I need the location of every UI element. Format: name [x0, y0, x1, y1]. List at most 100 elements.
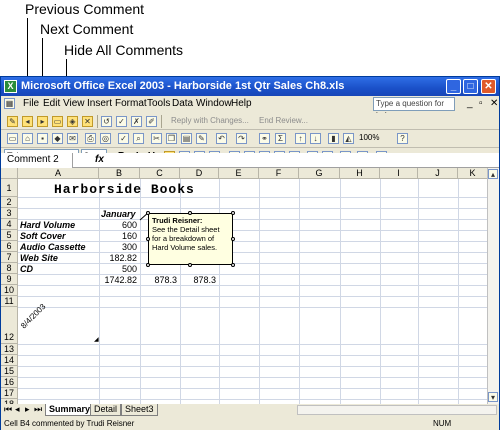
research-icon[interactable]: ⌕ — [133, 133, 144, 144]
accept-icon[interactable]: ✓ — [116, 116, 127, 127]
sort-asc-icon[interactable]: ↑ — [295, 133, 306, 144]
help-icon[interactable]: ? — [397, 133, 408, 144]
vertical-scrollbar[interactable]: ▴ ▾ — [487, 168, 499, 404]
row-header[interactable]: 16 — [1, 377, 18, 388]
col-header[interactable]: E — [219, 168, 259, 179]
col-header[interactable]: C — [140, 168, 180, 179]
format-painter-icon[interactable]: ✎ — [196, 133, 207, 144]
close-button[interactable]: ✕ — [481, 79, 496, 94]
row-header[interactable]: 9 — [1, 274, 18, 285]
menu-tools[interactable]: Tools — [147, 98, 170, 109]
row-header[interactable]: 8 — [1, 263, 18, 274]
reject-icon[interactable]: ✗ — [131, 116, 142, 127]
resize-handle[interactable] — [231, 211, 235, 215]
col-header[interactable]: D — [180, 168, 219, 179]
help-search-input[interactable]: Type a question for help — [373, 97, 455, 120]
doc-restore-icon[interactable]: ▫ — [479, 98, 483, 109]
tab-sheet3[interactable]: Sheet3 — [121, 404, 158, 416]
menu-data[interactable]: Data — [172, 98, 193, 109]
name-box[interactable]: Comment 2 — [1, 153, 73, 168]
new-icon[interactable]: ▭ — [7, 133, 18, 144]
menu-window[interactable]: Window — [196, 98, 232, 109]
col-header[interactable]: A — [18, 168, 99, 179]
redo-icon[interactable]: ↷ — [236, 133, 247, 144]
copy-icon[interactable]: ❐ — [166, 133, 177, 144]
menu-view[interactable]: View — [63, 98, 85, 109]
permission-icon[interactable]: ◆ — [52, 133, 63, 144]
fx-icon[interactable]: fx — [95, 153, 104, 167]
last-sheet-icon[interactable]: ⏭ — [34, 404, 42, 415]
email-icon[interactable]: ✉ — [67, 133, 78, 144]
col-header[interactable]: K — [458, 168, 487, 179]
hyperlink-icon[interactable]: ⚭ — [259, 133, 270, 144]
row-header[interactable]: 1 — [1, 179, 18, 197]
col-header[interactable]: I — [380, 168, 418, 179]
tab-summary[interactable]: Summary — [45, 404, 95, 416]
first-sheet-icon[interactable]: ⏮ — [4, 404, 12, 415]
row-header[interactable]: 4 — [1, 219, 18, 230]
resize-handle[interactable] — [188, 263, 192, 267]
row-header[interactable]: 6 — [1, 241, 18, 252]
menu-insert[interactable]: Insert — [87, 98, 112, 109]
col-header[interactable]: J — [418, 168, 458, 179]
row-header[interactable]: 2 — [1, 197, 18, 208]
resize-handle[interactable] — [231, 237, 235, 241]
col-header[interactable]: G — [299, 168, 340, 179]
col-header[interactable]: H — [340, 168, 380, 179]
worksheet-grid[interactable]: A B C D E F G H I J K 1 2 3 4 5 6 7 8 9 … — [1, 168, 487, 404]
menu-format[interactable]: Format — [115, 98, 147, 109]
horizontal-scrollbar[interactable] — [297, 405, 497, 415]
print-icon[interactable]: ⎙ — [85, 133, 96, 144]
scroll-up-icon[interactable]: ▴ — [488, 169, 498, 179]
hide-all-comments-icon[interactable]: ◈ — [67, 116, 78, 127]
tab-detail[interactable]: Detail — [90, 404, 122, 416]
track-changes-icon[interactable]: ↺ — [101, 116, 112, 127]
row-header[interactable]: 7 — [1, 252, 18, 263]
row-header[interactable]: 10 — [1, 285, 18, 296]
open-icon[interactable]: ⌂ — [22, 133, 33, 144]
menu-edit[interactable]: Edit — [43, 98, 60, 109]
row-header[interactable]: 5 — [1, 230, 18, 241]
next-comment-icon[interactable]: ▸ — [37, 116, 48, 127]
col-header[interactable]: F — [259, 168, 299, 179]
maximize-button[interactable]: □ — [463, 79, 478, 94]
menu-help[interactable]: Help — [231, 98, 252, 109]
new-comment-icon[interactable]: ✎ — [7, 116, 18, 127]
reply-with-changes-button[interactable]: Reply with Changes... — [171, 116, 249, 125]
resize-handle[interactable] — [188, 211, 192, 215]
end-review-button[interactable]: End Review... — [259, 116, 308, 125]
resize-handle[interactable] — [146, 263, 150, 267]
doc-minimize-icon[interactable]: _ — [467, 98, 473, 109]
cut-icon[interactable]: ✂ — [151, 133, 162, 144]
comment-box[interactable]: Trudi Reisner: See the Detail sheet for … — [148, 213, 233, 265]
print-preview-icon[interactable]: ◎ — [100, 133, 111, 144]
next-sheet-icon[interactable]: ▸ — [25, 404, 30, 415]
spelling-icon[interactable]: ✓ — [118, 133, 129, 144]
show-comment-icon[interactable]: ▭ — [52, 116, 63, 127]
row-header[interactable]: 15 — [1, 366, 18, 377]
menu-file[interactable]: File — [23, 98, 39, 109]
corner-select-all[interactable] — [1, 168, 18, 179]
paste-icon[interactable]: ▤ — [181, 133, 192, 144]
drawing-icon[interactable]: ◭ — [343, 133, 354, 144]
col-header[interactable]: B — [99, 168, 140, 179]
resize-handle[interactable] — [146, 237, 150, 241]
delete-comment-icon[interactable]: ✕ — [82, 116, 93, 127]
undo-icon[interactable]: ↶ — [216, 133, 227, 144]
row-header[interactable]: 3 — [1, 208, 18, 219]
ink-icon[interactable]: ✐ — [146, 116, 157, 127]
prev-sheet-icon[interactable]: ◂ — [15, 404, 20, 415]
scroll-down-icon[interactable]: ▾ — [488, 392, 498, 402]
save-icon[interactable]: ▪ — [37, 133, 48, 144]
minimize-button[interactable]: _ — [446, 79, 461, 94]
resize-handle[interactable] — [231, 263, 235, 267]
row-header[interactable]: 14 — [1, 355, 18, 366]
row-header[interactable]: 12 — [1, 307, 18, 344]
resize-handle[interactable] — [146, 211, 150, 215]
chart-wizard-icon[interactable]: ▮ — [328, 133, 339, 144]
autosum-icon[interactable]: Σ — [275, 133, 286, 144]
sort-desc-icon[interactable]: ↓ — [310, 133, 321, 144]
doc-close-icon[interactable]: ✕ — [490, 98, 498, 109]
row-header[interactable]: 11 — [1, 296, 18, 307]
previous-comment-icon[interactable]: ◂ — [22, 116, 33, 127]
